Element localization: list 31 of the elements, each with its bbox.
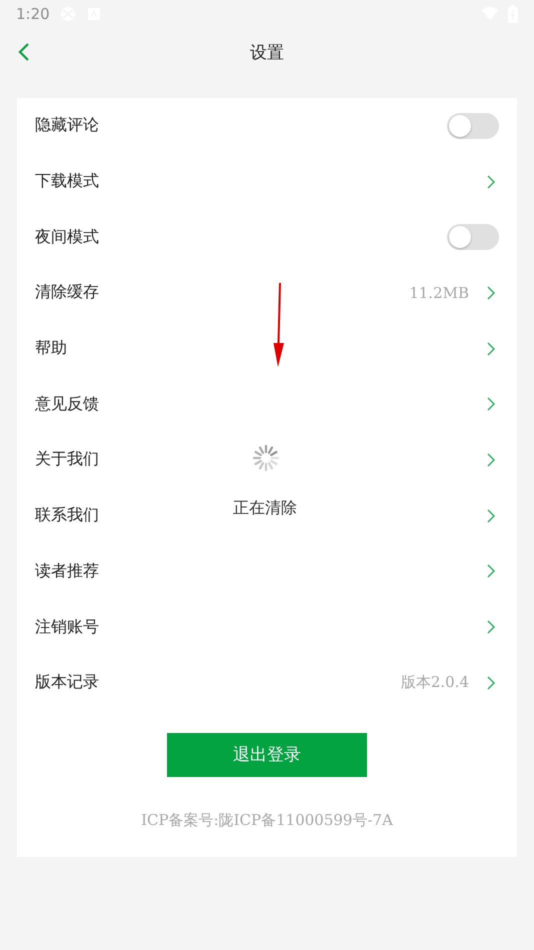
setting-label: 意见反馈 — [35, 394, 99, 415]
back-icon[interactable] — [18, 42, 30, 62]
page-title: 设置 — [250, 42, 284, 64]
loading-spinner-icon — [252, 444, 280, 472]
setting-label: 读者推荐 — [35, 560, 99, 582]
chevron-right-icon[interactable] — [487, 676, 495, 690]
setting-value: 11.2MB — [409, 284, 469, 302]
icp-text: ICP备案号:陇ICP备11000599号-7A — [140, 810, 394, 830]
setting-label: 版本记录 — [35, 672, 99, 694]
status-time: 1:20 — [16, 5, 50, 23]
setting-value: 版本2.0.4 — [400, 673, 469, 692]
setting-label: 联系我们 — [35, 505, 99, 526]
setting-label: 夜间模式 — [35, 226, 99, 248]
chevron-right-icon[interactable] — [487, 397, 495, 412]
setting-label: 注销账号 — [35, 616, 99, 638]
logout-button[interactable]: 退出登录 — [167, 732, 367, 777]
chevron-right-icon[interactable] — [487, 452, 495, 467]
chevron-right-icon[interactable] — [487, 508, 495, 523]
setting-label: 帮助 — [35, 338, 67, 360]
setting-label: 清除缓存 — [35, 282, 99, 304]
chevron-right-icon[interactable] — [487, 342, 495, 356]
setting-label: 下载模式 — [35, 171, 99, 192]
chevron-right-icon[interactable] — [487, 286, 495, 300]
toggle-switch[interactable] — [447, 224, 499, 250]
loading-text: 正在清除 — [233, 498, 297, 519]
chevron-right-icon[interactable] — [487, 174, 495, 189]
setting-label: 关于我们 — [35, 449, 99, 470]
chevron-right-icon[interactable] — [487, 564, 495, 578]
toggle-switch[interactable] — [447, 112, 499, 139]
chevron-right-icon[interactable] — [487, 620, 495, 634]
setting-label: 隐藏评论 — [35, 115, 99, 136]
